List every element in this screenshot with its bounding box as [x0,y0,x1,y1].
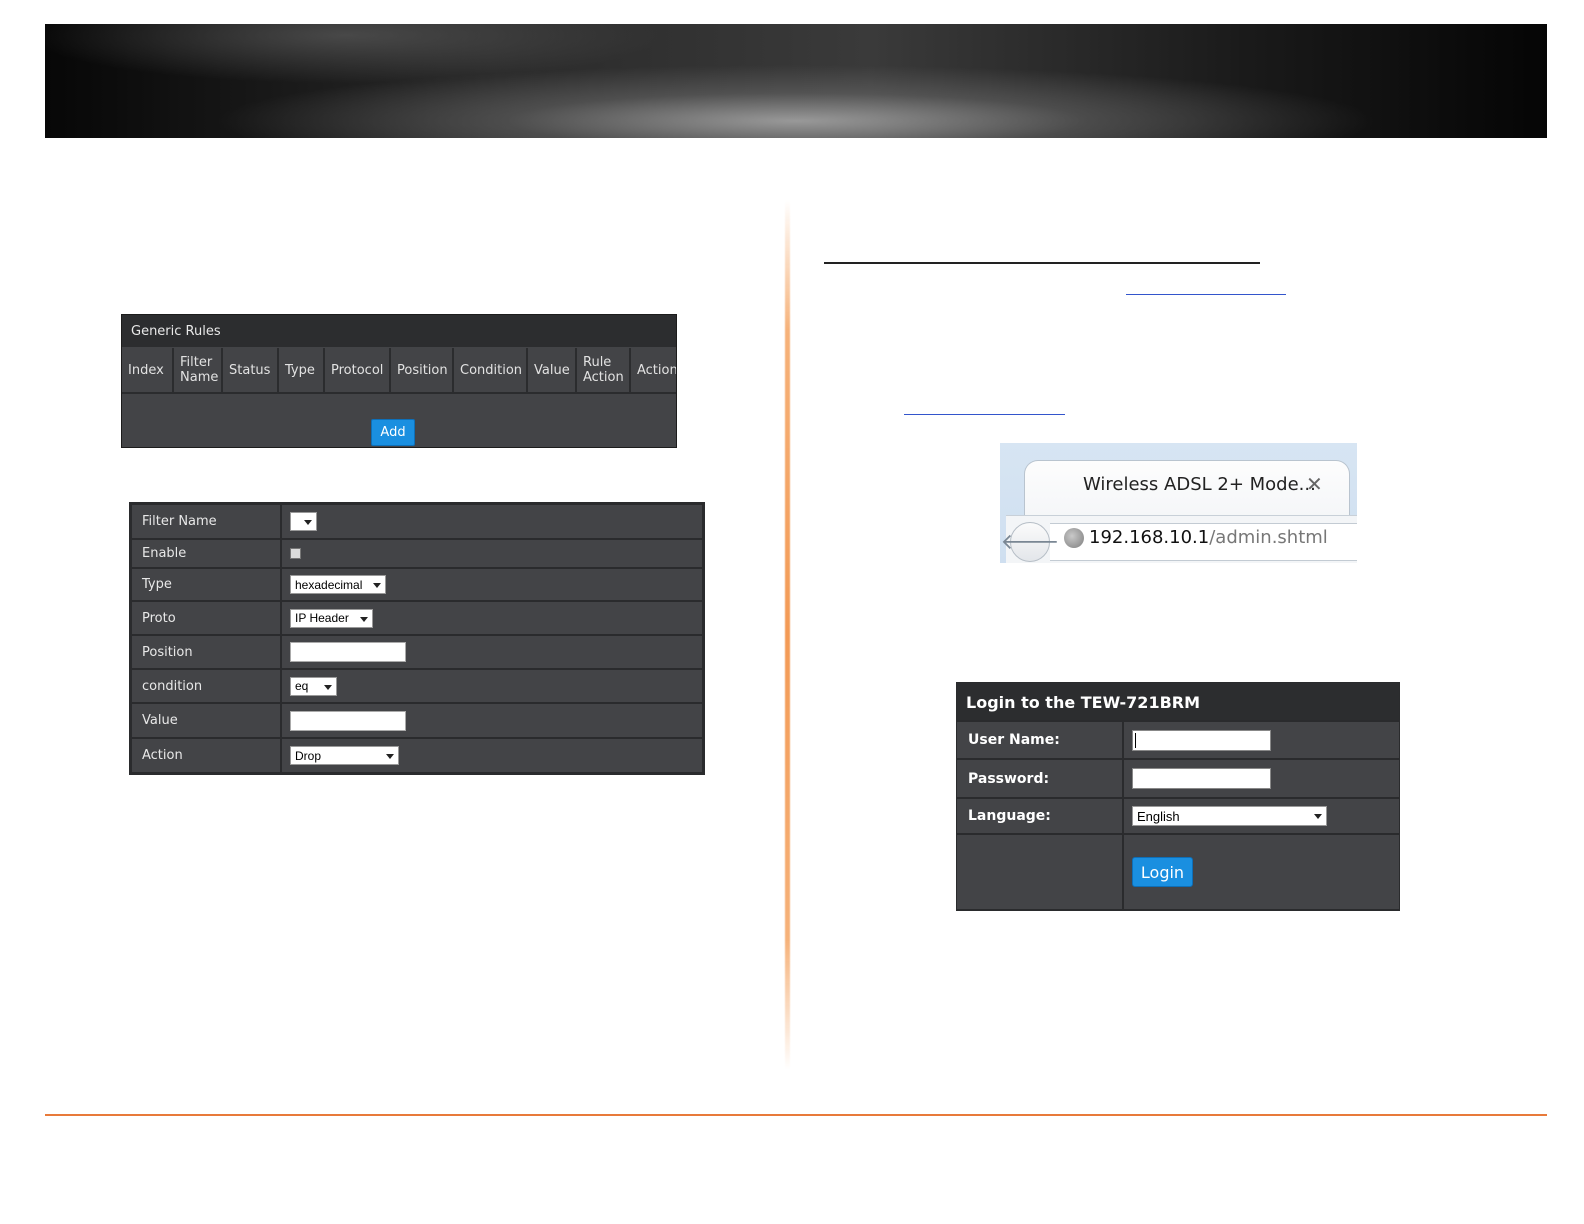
chevron-down-icon [373,583,381,588]
value-field-cell [282,704,702,737]
password-row: Password: [957,760,1399,797]
value-row: Value [132,704,702,737]
password-label: Password: [957,760,1122,797]
login-button-row: Login [957,835,1399,909]
text-caret [1135,732,1136,748]
chevron-down-icon [360,616,368,622]
value-label: Value [132,704,280,737]
chevron-down-icon [1314,814,1322,819]
enable-row: Enable [132,540,702,567]
condition-field-cell: eq [282,670,702,702]
value-input[interactable] [290,710,406,731]
position-row: Position [132,636,702,668]
condition-row: condition eq [132,670,702,702]
proto-select-value: IP Header [295,611,349,625]
login-empty-label [957,835,1122,909]
login-panel: Login to the TEW-721BRM User Name: Passw… [956,682,1400,911]
enable-field-cell [282,540,702,567]
username-row: User Name: [957,722,1399,758]
proto-row: Proto IP Header [132,602,702,634]
position-field-cell [282,636,702,668]
action-select[interactable]: Drop [290,746,399,765]
username-field-cell [1124,722,1399,758]
filter-name-field-cell [282,505,702,538]
action-label: Action [132,739,280,772]
address-url: 192.168.10.1/admin.shtml [1089,527,1328,548]
close-icon[interactable]: ✕ [1306,472,1323,496]
action-row: Action Drop [132,739,702,772]
proto-select[interactable]: IP Header [290,608,373,628]
filter-name-select[interactable] [290,512,317,531]
address-host: 192.168.10.1 [1089,527,1210,548]
login-button[interactable]: Login [1132,857,1193,887]
language-select[interactable]: English [1132,806,1327,826]
condition-label: condition [132,670,280,702]
password-input[interactable] [1132,768,1271,789]
heading-underline [824,262,1260,264]
column-header-filter-name: Filter Name [174,348,223,392]
username-label: User Name: [957,722,1122,758]
password-field-cell [1124,760,1399,797]
chevron-down-icon [386,754,394,759]
language-label: Language: [957,799,1122,833]
enable-checkbox[interactable] [290,548,301,559]
enable-label: Enable [132,540,280,567]
login-title: Login to the TEW-721BRM [957,683,1399,720]
proto-field-cell: IP Header [282,602,702,634]
type-select[interactable]: hexadecimal [290,575,386,594]
action-select-value: Drop [295,748,322,763]
condition-select-value: eq [295,679,309,693]
header-banner [45,24,1547,138]
browser-screenshot: Wireless ADSL 2+ Mode... ✕ 🡐 192.168.10.… [1000,443,1357,563]
generic-rules-title: Generic Rules [122,315,676,347]
column-header-value: Value [528,348,577,392]
filter-name-row: Filter Name [132,505,702,538]
type-label: Type [132,569,280,600]
chevron-down-icon [324,684,332,690]
address-path: /admin.shtml [1209,527,1328,548]
filter-name-label: Filter Name [132,505,280,538]
filter-form: Filter Name Enable Type hexadecimal Prot… [129,502,705,775]
column-header-type: Type [279,348,325,392]
generic-rules-panel: Generic Rules Index Filter Name Status Ty… [121,314,677,448]
link-underline-1 [1126,294,1286,295]
column-header-condition: Condition [454,348,528,392]
column-header-rule-action: Rule Action [577,348,631,392]
column-header-position: Position [391,348,454,392]
type-row: Type hexadecimal [132,569,702,600]
username-input[interactable] [1132,729,1271,751]
footer-rule [45,1114,1547,1116]
login-button-cell: Login [1124,835,1399,909]
condition-select[interactable]: eq [290,676,337,696]
browser-tab-title: Wireless ADSL 2+ Mode... [1083,474,1316,495]
position-input[interactable] [290,642,406,662]
position-label: Position [132,636,280,668]
generic-rules-header: Index Filter Name Status Type Protocol Po… [122,348,677,392]
back-arrow-icon[interactable]: 🡐 [1001,522,1060,562]
chevron-down-icon [304,520,312,525]
add-button[interactable]: Add [371,419,415,446]
header-separator [122,392,676,394]
language-field-cell: English [1124,799,1399,833]
proto-label: Proto [132,602,280,634]
language-select-value: English [1137,808,1180,824]
type-select-value: hexadecimal [295,577,363,592]
link-underline-2 [904,414,1065,415]
language-row: Language: English [957,799,1399,833]
type-field-cell: hexadecimal [282,569,702,600]
column-header-index: Index [122,348,174,392]
globe-icon [1064,528,1084,548]
action-field-cell: Drop [282,739,702,772]
column-header-action: Action [637,362,677,378]
column-header-protocol: Protocol [325,348,391,392]
column-header-status: Status [223,348,279,392]
column-divider [785,200,790,1070]
